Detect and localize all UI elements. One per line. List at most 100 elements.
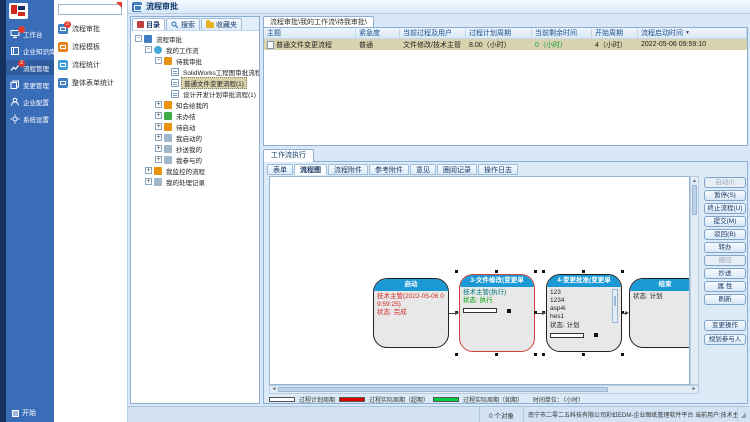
tree-item-pending-approval[interactable]: - 待我审批 bbox=[133, 55, 259, 66]
scroll-right-icon[interactable]: ► bbox=[690, 386, 698, 393]
expander-icon[interactable]: + bbox=[155, 123, 162, 130]
scroll-up-icon[interactable]: ▲ bbox=[692, 178, 697, 184]
tree-item-participated[interactable]: + 我参与的 bbox=[133, 154, 259, 165]
col-urgency[interactable]: 紧急度 bbox=[356, 28, 400, 38]
subnav-item-process-template[interactable]: 流程模板 bbox=[56, 40, 126, 54]
vertical-scrollbar[interactable]: ▲ bbox=[690, 176, 699, 385]
cc-button[interactable]: 抄送 bbox=[704, 268, 746, 279]
transfer-button[interactable]: 转办 bbox=[704, 242, 746, 253]
expander-icon[interactable]: + bbox=[155, 145, 162, 152]
subnav-item-process-approval[interactable]: 2 流程审批 bbox=[56, 22, 126, 36]
node-user: 技术主管(执行) bbox=[463, 289, 531, 297]
node-end[interactable]: 结束 状态: 计划 bbox=[629, 278, 690, 348]
refresh-button[interactable]: 刷新 bbox=[704, 294, 746, 305]
tree-item-my-records[interactable]: + 我的处理记录 bbox=[133, 176, 259, 187]
selection-handle[interactable] bbox=[534, 270, 537, 273]
sidebar-item-workbench[interactable]: 工作台 bbox=[6, 26, 54, 41]
monitor-folder-icon bbox=[154, 167, 162, 175]
tree-item-root[interactable]: - 流程审批 bbox=[133, 33, 259, 44]
tree-item-notified-to-me[interactable]: + 知会给我的 bbox=[133, 99, 259, 110]
submit-button[interactable]: 提交(M) bbox=[704, 216, 746, 227]
scroll-left-icon[interactable]: ◄ bbox=[270, 386, 278, 393]
selection-handle[interactable] bbox=[534, 353, 537, 356]
selection-handle[interactable] bbox=[542, 353, 545, 356]
col-plan-period[interactable]: 过程计划周期 bbox=[466, 28, 532, 38]
node-title: 结束 bbox=[630, 279, 690, 291]
expander-icon[interactable]: + bbox=[155, 134, 162, 141]
tree-item-my-workflows[interactable]: - 我的工作流 bbox=[133, 44, 259, 55]
expander-icon[interactable]: - bbox=[145, 46, 152, 53]
horizontal-scrollbar[interactable]: ◄ ► bbox=[269, 385, 699, 394]
tab-directory[interactable]: 目录 bbox=[132, 18, 165, 30]
expander-icon[interactable]: + bbox=[155, 156, 162, 163]
change-operation-button[interactable]: 变更操作 bbox=[704, 320, 746, 331]
workflow-execution-tab[interactable]: 工作流执行 bbox=[263, 149, 314, 162]
expander-icon[interactable]: + bbox=[145, 178, 152, 185]
tree-item-started-by-me[interactable]: + 我启动的 bbox=[133, 132, 259, 143]
tab-reference-attachments[interactable]: 参考附件 bbox=[369, 164, 409, 175]
tree-item-file-change-process[interactable]: 普通文件变更流程(1) bbox=[133, 77, 259, 88]
tree-item-unfinished[interactable]: + 未办结 bbox=[133, 110, 259, 121]
sidebar-item-change-mgmt[interactable]: 变更管理 bbox=[6, 77, 54, 92]
tab-process-attachments[interactable]: 流程附件 bbox=[328, 164, 368, 175]
node-change-approval[interactable]: 4-变更批准(变更单 123 1234 asp4i hes1 状态: 计划 bbox=[546, 274, 622, 352]
selection-handle[interactable] bbox=[495, 353, 498, 356]
selection-handle[interactable] bbox=[621, 353, 624, 356]
sidebar-item-enterprise-config[interactable]: 企业配置 bbox=[6, 94, 54, 109]
tab-operation-log[interactable]: 操作日志 bbox=[478, 164, 518, 175]
tab-search[interactable]: 搜索 bbox=[166, 18, 200, 30]
resize-grip-icon[interactable]: ◢ bbox=[738, 407, 750, 422]
sort-desc-icon[interactable]: ▼ bbox=[685, 30, 690, 36]
col-remaining[interactable]: 当前剩余时间 bbox=[532, 28, 592, 38]
tree-item-solidworks-process[interactable]: SolidWorks工程图审批流程(1) bbox=[133, 66, 259, 77]
tree-item-cc-to-me[interactable]: + 抄送我的 bbox=[133, 143, 259, 154]
sidebar-item-system-settings[interactable]: 系统设置 bbox=[6, 111, 54, 126]
selection-handle[interactable] bbox=[582, 353, 585, 356]
scrollbar-thumb[interactable] bbox=[278, 387, 608, 392]
node-user-list[interactable]: 123 1234 asp4i hes1 bbox=[550, 289, 618, 322]
expander-icon[interactable]: - bbox=[155, 57, 162, 64]
start-button[interactable]: 开始 bbox=[12, 408, 36, 418]
tree-item-design-plan-process[interactable]: 设计开发计划审批流程(1) bbox=[133, 88, 259, 99]
reject-button[interactable]: 驳回(B) bbox=[704, 229, 746, 240]
node-file-change[interactable]: 3-文件修改(变更单 技术主管(执行) 状态: 执行 bbox=[459, 274, 535, 352]
tree-item-to-start[interactable]: + 待启动 bbox=[133, 121, 259, 132]
tree-item-monitored-processes[interactable]: + 我监控的流程 bbox=[133, 165, 259, 176]
sidebar-item-knowledge[interactable]: 企业知识库 bbox=[6, 43, 54, 58]
tab-review-records[interactable]: 圈阅记录 bbox=[437, 164, 477, 175]
scrollbar-thumb[interactable] bbox=[692, 185, 697, 215]
selection-handle[interactable] bbox=[455, 353, 458, 356]
pause-button[interactable]: 暂停(S) bbox=[704, 190, 746, 201]
tab-flowchart[interactable]: 流程图 bbox=[294, 164, 327, 175]
expander-icon[interactable]: - bbox=[135, 35, 142, 42]
tab-favorites[interactable]: 收藏夹 bbox=[201, 18, 242, 30]
plan-participants-button[interactable]: 规划参与人 bbox=[704, 334, 746, 345]
flowchart-canvas[interactable]: 启动 技术主管(2022-05-06 09:59:25) 状态: 完成 3-文件… bbox=[269, 176, 690, 385]
selection-handle[interactable] bbox=[542, 270, 545, 273]
col-start-cycle[interactable]: 开始周期 bbox=[592, 28, 638, 38]
tab-comments[interactable]: 意见 bbox=[410, 164, 436, 175]
node-user-time: 技术主管(2022-05-06 09:59:25) bbox=[377, 293, 445, 309]
list-scrollbar[interactable] bbox=[612, 289, 618, 323]
node-start[interactable]: 启动 技术主管(2022-05-06 09:59:25) 状态: 完成 bbox=[373, 278, 449, 348]
search-input[interactable] bbox=[58, 4, 122, 15]
table-row[interactable]: 普通文件变更流程 普通 文件修改/技术主管 8.00（小时） 0（小时） 4（小… bbox=[264, 39, 747, 50]
properties-button[interactable]: 属 性 bbox=[704, 281, 746, 292]
selection-handle[interactable] bbox=[495, 270, 498, 273]
expander-icon[interactable]: + bbox=[145, 167, 152, 174]
subnav-item-process-stats[interactable]: 流程统计 bbox=[56, 58, 126, 72]
withdraw-button: 撤回 bbox=[704, 255, 746, 266]
col-current-process[interactable]: 当前过程及用户 bbox=[400, 28, 466, 38]
process-approval-icon bbox=[132, 2, 142, 12]
selection-handle[interactable] bbox=[582, 270, 585, 273]
subnav-item-form-stats[interactable]: 整体表单统计 bbox=[56, 76, 126, 90]
sidebar-item-process-mgmt[interactable]: 2 流程管理 bbox=[6, 60, 54, 75]
selection-handle[interactable] bbox=[455, 270, 458, 273]
col-start-time[interactable]: 流程启动时间 ▼ bbox=[638, 28, 747, 38]
selection-handle[interactable] bbox=[621, 270, 624, 273]
tab-form[interactable]: 表单 bbox=[267, 164, 293, 175]
col-subject[interactable]: 主题 bbox=[264, 28, 356, 38]
expander-icon[interactable]: + bbox=[155, 101, 162, 108]
terminate-process-button[interactable]: 终止流程(U) bbox=[704, 203, 746, 214]
expander-icon[interactable]: + bbox=[155, 112, 162, 119]
